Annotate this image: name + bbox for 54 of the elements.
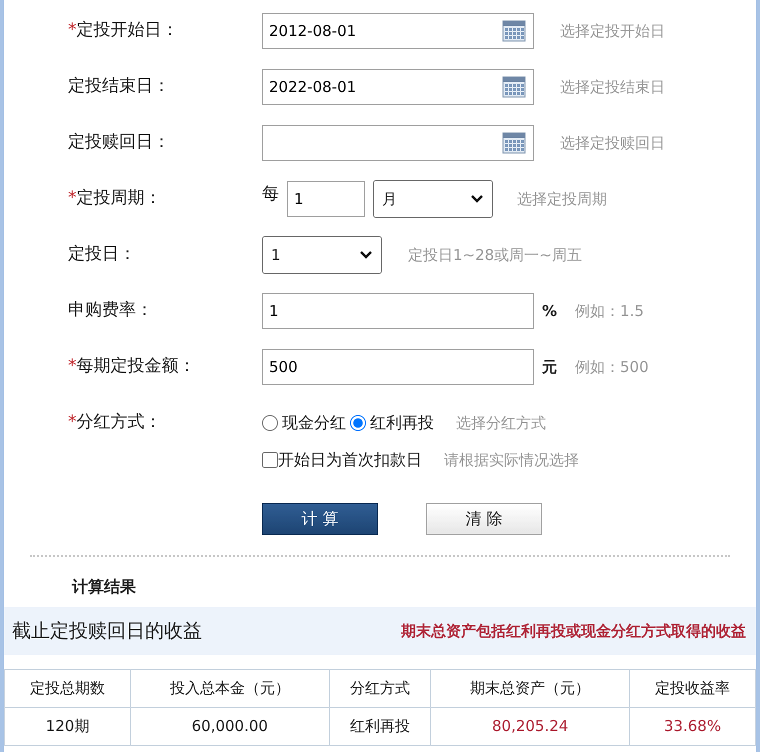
calendar-icon[interactable] [502,76,526,98]
field-label: *分红方式： [68,412,162,432]
calendar-icon[interactable] [502,20,526,42]
hint-text: 例如：1.5 [575,300,644,322]
input-field[interactable]: 1 [287,181,365,217]
hint-text: 选择定投赎回日 [560,132,665,154]
calendar-icon[interactable] [502,132,526,154]
input-field[interactable]: 1 [262,293,534,329]
banner-note: 期末总资产包括红利再投或现金分红方式取得的收益 [401,620,746,642]
field-label: *每期定投金额： [68,356,196,376]
banner-title: 截止定投赎回日的收益 [12,618,202,644]
prefix-label: 每 [262,183,279,206]
table-cell: 红利再投 [329,708,431,746]
table-cell: 120期 [4,708,130,746]
option-label[interactable]: 红利再投 [370,411,434,435]
unit-label: % [542,300,558,322]
field-label: 定投日： [68,244,136,264]
hint-text: 定投日1~28或周一~周五 [408,244,582,266]
hint-text: 选择定投结束日 [560,76,665,98]
calculate-button[interactable]: 计 算 [262,503,378,535]
hint-text: 选择定投开始日 [560,20,665,42]
hint-text: 请根据实际情况选择 [444,450,579,471]
hint-text: 选择定投周期 [517,188,607,210]
column-header: 定投总期数 [4,670,130,708]
table-cell: 33.68% [629,708,756,746]
chevron-down-icon [359,250,373,260]
input-field[interactable]: 500 [262,349,534,385]
field-label: 定投结束日： [68,76,170,96]
option-label[interactable]: 现金分红 [282,411,346,435]
hint-text: 选择分红方式 [456,412,546,434]
checkbox[interactable] [262,452,278,468]
table-cell: 60,000.00 [130,708,330,746]
section-title: 计算结果 [72,577,136,596]
unit-select[interactable]: 月 [373,180,493,218]
unit-label: 元 [542,356,557,378]
field-label: *定投周期： [68,188,162,208]
field-label: *定投开始日： [68,20,178,40]
column-header: 分红方式 [329,670,431,708]
checkbox-label[interactable]: 开始日为首次扣款日 [278,448,422,472]
field-label: 定投赎回日： [68,132,170,152]
column-header: 期末总资产（元） [430,670,630,708]
date-field[interactable]: 2022-08-01 [262,69,534,105]
field-label: 申购费率： [68,300,153,320]
day-select[interactable]: 1 [262,236,382,274]
date-field[interactable]: 2012-08-01 [262,13,534,49]
radio-button[interactable] [262,415,278,431]
hint-text: 例如：500 [575,356,649,378]
chevron-down-icon [470,194,484,204]
column-header: 定投收益率 [629,670,756,708]
table-cell: 80,205.24 [430,708,630,746]
radio-button[interactable] [350,415,366,431]
date-field[interactable] [262,125,534,161]
clear-button[interactable]: 清 除 [426,503,542,535]
column-header: 投入总本金（元） [130,670,330,708]
